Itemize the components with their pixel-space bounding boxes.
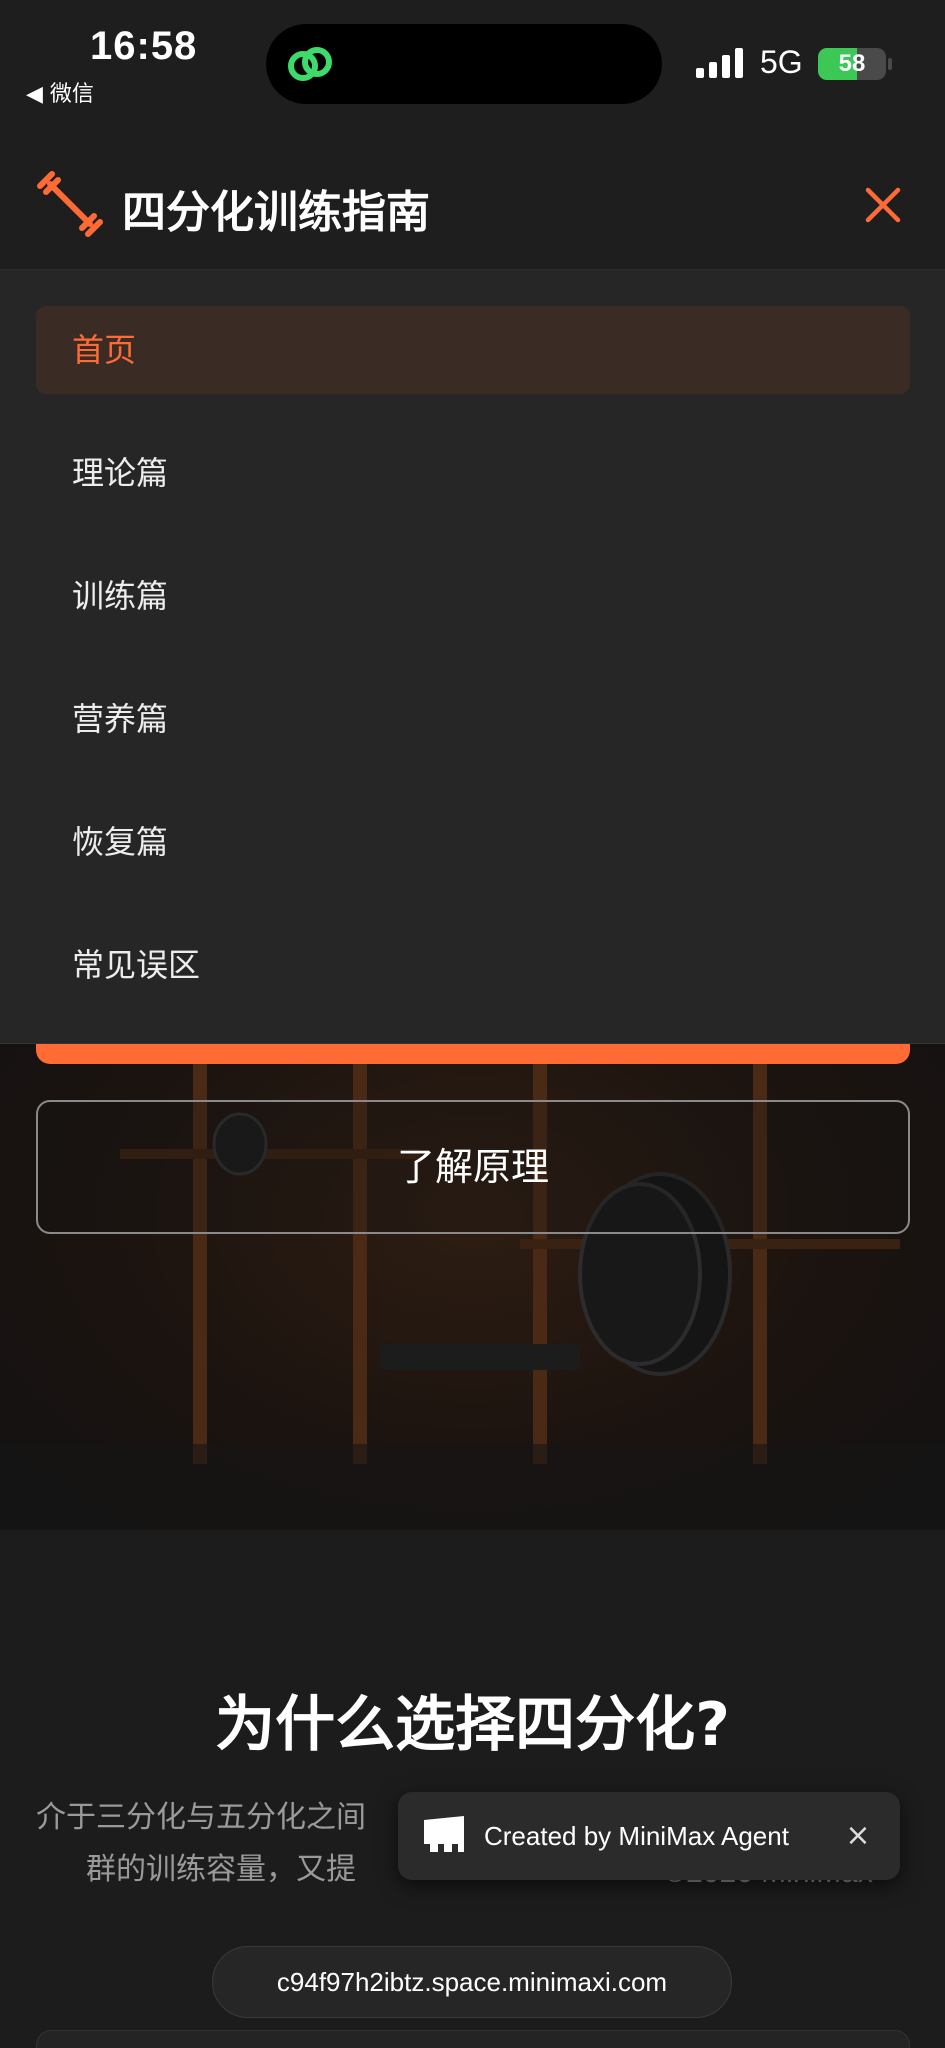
nav-menu: 首页 理论篇 训练篇 营养篇 恢复篇 常见误区 — [0, 270, 945, 1044]
url-bar[interactable]: c94f97h2ibtz.space.minimaxi.com — [212, 1946, 732, 2018]
hero-section: 了解原理 — [0, 1044, 945, 1530]
link-icon — [288, 47, 332, 81]
menu-item-theory[interactable]: 理论篇 — [36, 429, 910, 517]
toast-close-button[interactable]: × — [838, 1816, 878, 1856]
created-by-toast: Created by MiniMax Agent × — [398, 1792, 900, 1880]
network-type: 5G — [760, 44, 803, 80]
app-header: 四分化训练指南 — [0, 140, 945, 270]
dumbbell-icon — [37, 171, 103, 237]
menu-item-training[interactable]: 训练篇 — [36, 552, 910, 640]
minimax-logo-icon — [424, 1816, 464, 1852]
menu-item-recovery[interactable]: 恢复篇 — [36, 798, 910, 886]
app-title: 四分化训练指南 — [122, 187, 430, 238]
close-icon[interactable] — [858, 180, 908, 230]
signal-icon — [696, 48, 743, 78]
battery-percent: 58 — [838, 50, 866, 77]
battery-icon: 58 — [818, 48, 886, 80]
section-title: 为什么选择四分化? — [215, 1690, 730, 1760]
back-to-wechat-link[interactable]: ◀ 微信 — [26, 76, 94, 108]
menu-item-mistakes[interactable]: 常见误区 — [36, 921, 910, 1009]
battery-cap — [888, 58, 892, 70]
bottom-card — [36, 2030, 910, 2048]
status-bar: 16:58 ◀ 微信 5G 58 — [0, 0, 945, 140]
menu-item-nutrition[interactable]: 营养篇 — [36, 675, 910, 763]
toast-text: Created by MiniMax Agent — [484, 1821, 789, 1851]
learn-principles-button[interactable]: 了解原理 — [36, 1100, 910, 1234]
status-time: 16:58 — [90, 24, 198, 68]
menu-item-home[interactable]: 首页 — [36, 306, 910, 394]
